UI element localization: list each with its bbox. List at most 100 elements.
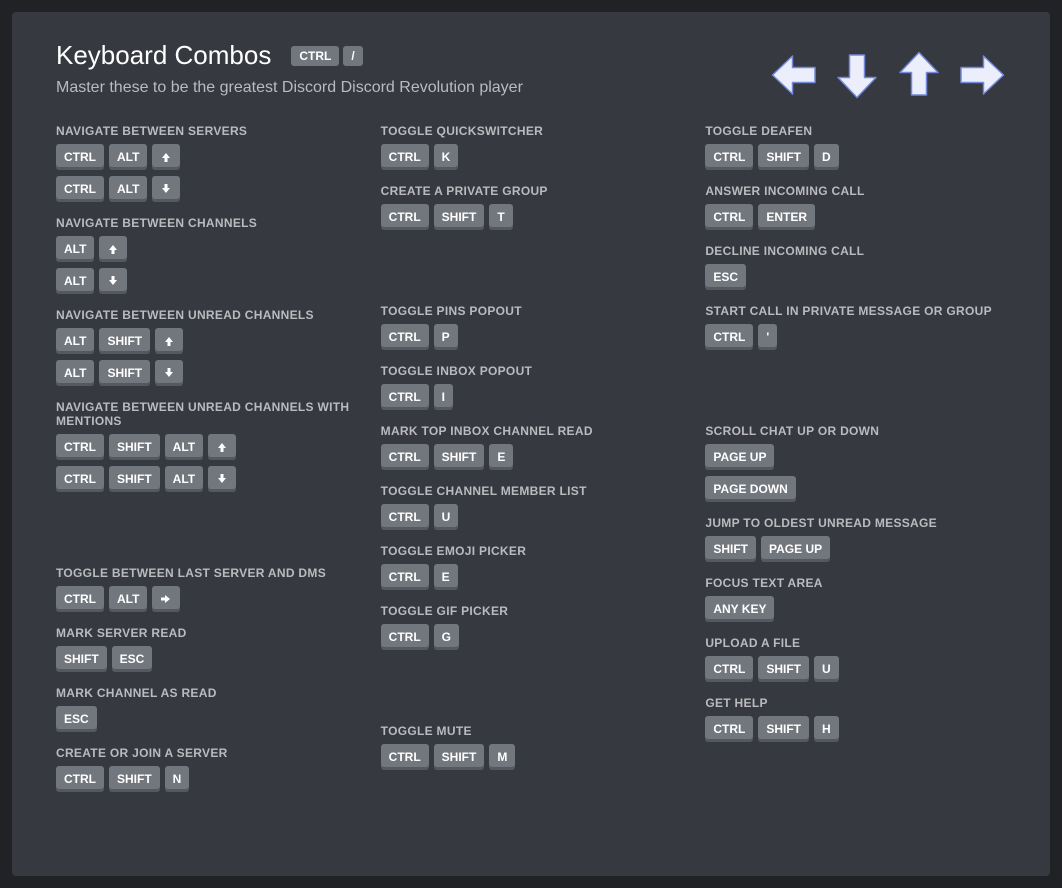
shortcut-answer-incoming-call: Answer incoming callCTRLENTER [705,184,1006,230]
shortcut-title: Decline incoming call [705,244,1006,258]
arrow-down-icon [208,466,236,492]
key-n: N [165,766,190,792]
key-shift: SHIFT [109,766,160,792]
key-g: G [434,624,459,650]
key-ctrl: CTRL [381,504,429,530]
gap [56,506,357,566]
title-key-ctrl: CTRL [291,46,339,66]
column-2: Toggle deafenCTRLSHIFTDAnswer incoming c… [705,124,1006,806]
column-0: Navigate between serversCTRLALTCTRLALTNa… [56,124,357,806]
combo-row: CTRLU [381,504,682,530]
key-ctrl: CTRL [56,586,104,612]
key-alt: ALT [165,466,203,492]
key-shift: SHIFT [758,656,809,682]
combo-row: CTRLK [381,144,682,170]
key-shift: SHIFT [56,646,107,672]
key-ctrl: CTRL [381,324,429,350]
combo-row: CTRLSHIFTH [705,716,1006,742]
key-shift: SHIFT [109,434,160,460]
shortcut-title: Navigate between channels [56,216,357,230]
key-u: U [434,504,459,530]
combo-row: CTRLG [381,624,682,650]
shortcut-title: Toggle QuickSwitcher [381,124,682,138]
combo-row: ALTSHIFT [56,328,357,354]
shortcut-focus-text-area: Focus text area ANY KEY [705,576,1006,622]
columns: Navigate between serversCTRLALTCTRLALTNa… [56,124,1006,806]
shortcut-title: Focus text area [705,576,1006,590]
combo-row: CTRLSHIFTM [381,744,682,770]
key-ctrl: CTRL [705,144,753,170]
arrow-right-icon [152,586,180,612]
header-left: Keyboard Combos CTRL / Master these to b… [56,40,770,97]
key-shift: SHIFT [434,744,485,770]
key-esc: ESC [56,706,97,732]
key-page-down: PAGE DOWN [705,476,795,502]
arrow-down-icon [152,176,180,202]
shortcut-title: Navigate between unread channels with me… [56,400,357,428]
key-alt: ALT [56,236,94,262]
gap [705,364,1006,424]
arrow-up-icon [208,434,236,460]
key-ctrl: CTRL [56,466,104,492]
shortcut-title: Mark server read [56,626,357,640]
shortcut-title: Toggle GIF picker [381,604,682,618]
shortcut-title: Jump to oldest unread message [705,516,1006,530]
shortcut-navigate-between-channels: Navigate between channelsALTALT [56,216,357,294]
title-row: Keyboard Combos CTRL / [56,40,770,71]
combo-row: CTRLSHIFTU [705,656,1006,682]
shortcut-scroller[interactable]: Navigate between serversCTRLALTCTRLALTNa… [12,124,1050,860]
shortcut-navigate-between-unread-channels: Navigate between unread channelsALTSHIFT… [56,308,357,386]
shortcut-mark-channel-as-read: Mark channel as readESC [56,686,357,732]
shortcut-start-call-in-private-message-or-group: Start call in private message or group CT… [705,304,1006,350]
shortcut-title: Toggle mute [381,724,682,738]
key-: ' [758,324,777,350]
shortcut-toggle-between-last-server-and-dms: Toggle between last server and DMsCTRLAL… [56,566,357,612]
key-esc: ESC [705,264,746,290]
combo-row: CTRLALT [56,176,357,202]
key-m: M [489,744,515,770]
combo-row: CTRLENTER [705,204,1006,230]
shortcut-toggle-emoji-picker: Toggle emoji pickerCTRLE [381,544,682,590]
shortcut-get-help: Get help CTRLSHIFTH [705,696,1006,742]
key-alt: ALT [56,360,94,386]
key-esc: ESC [112,646,153,672]
shortcut-title: Get help [705,696,1006,710]
key-ctrl: CTRL [381,144,429,170]
combo-row: ANY KEY [705,596,1006,622]
shortcut-title: Upload a file [705,636,1006,650]
combo-row: ESC [56,706,357,732]
key-ctrl: CTRL [705,324,753,350]
shortcut-create-a-private-group: Create a private groupCTRLSHIFTT [381,184,682,230]
ddr-arrow-left-icon [770,50,820,100]
page-title: Keyboard Combos [56,40,271,71]
key-ctrl: CTRL [381,624,429,650]
column-1: Toggle QuickSwitcher CTRLK Create a privat… [381,124,682,806]
key-ctrl: CTRL [381,204,429,230]
shortcut-title: Scroll chat up or down [705,424,1006,438]
key-ctrl: CTRL [381,444,429,470]
combo-row: CTRLSHIFTD [705,144,1006,170]
key-alt: ALT [109,144,147,170]
combo-row: CTRLI [381,384,682,410]
key-u: U [814,656,839,682]
key-ctrl: CTRL [381,744,429,770]
key-e: E [489,444,513,470]
shortcut-title: Start call in private message or group [705,304,1006,318]
key-enter: ENTER [758,204,815,230]
key-shift: SHIFT [434,444,485,470]
keyboard-combos-card: Keyboard Combos CTRL / Master these to b… [12,12,1050,876]
key-shift: SHIFT [434,204,485,230]
key-ctrl: CTRL [56,176,104,202]
key-ctrl: CTRL [705,656,753,682]
combo-row: ESC [705,264,1006,290]
key-shift: SHIFT [99,360,150,386]
key-ctrl: CTRL [381,564,429,590]
key-ctrl: CTRL [56,434,104,460]
shortcut-title: Create or join a server [56,746,357,760]
arrow-down-icon [155,360,183,386]
key-any-key: ANY KEY [705,596,774,622]
shortcut-scroll-chat-up-or-down: Scroll chat up or downPAGE UPPAGE DOWN [705,424,1006,502]
combo-row: ALTSHIFT [56,360,357,386]
ddr-arrow-up-icon [894,50,944,100]
shortcut-toggle-channel-member-list: Toggle channel member listCTRLU [381,484,682,530]
